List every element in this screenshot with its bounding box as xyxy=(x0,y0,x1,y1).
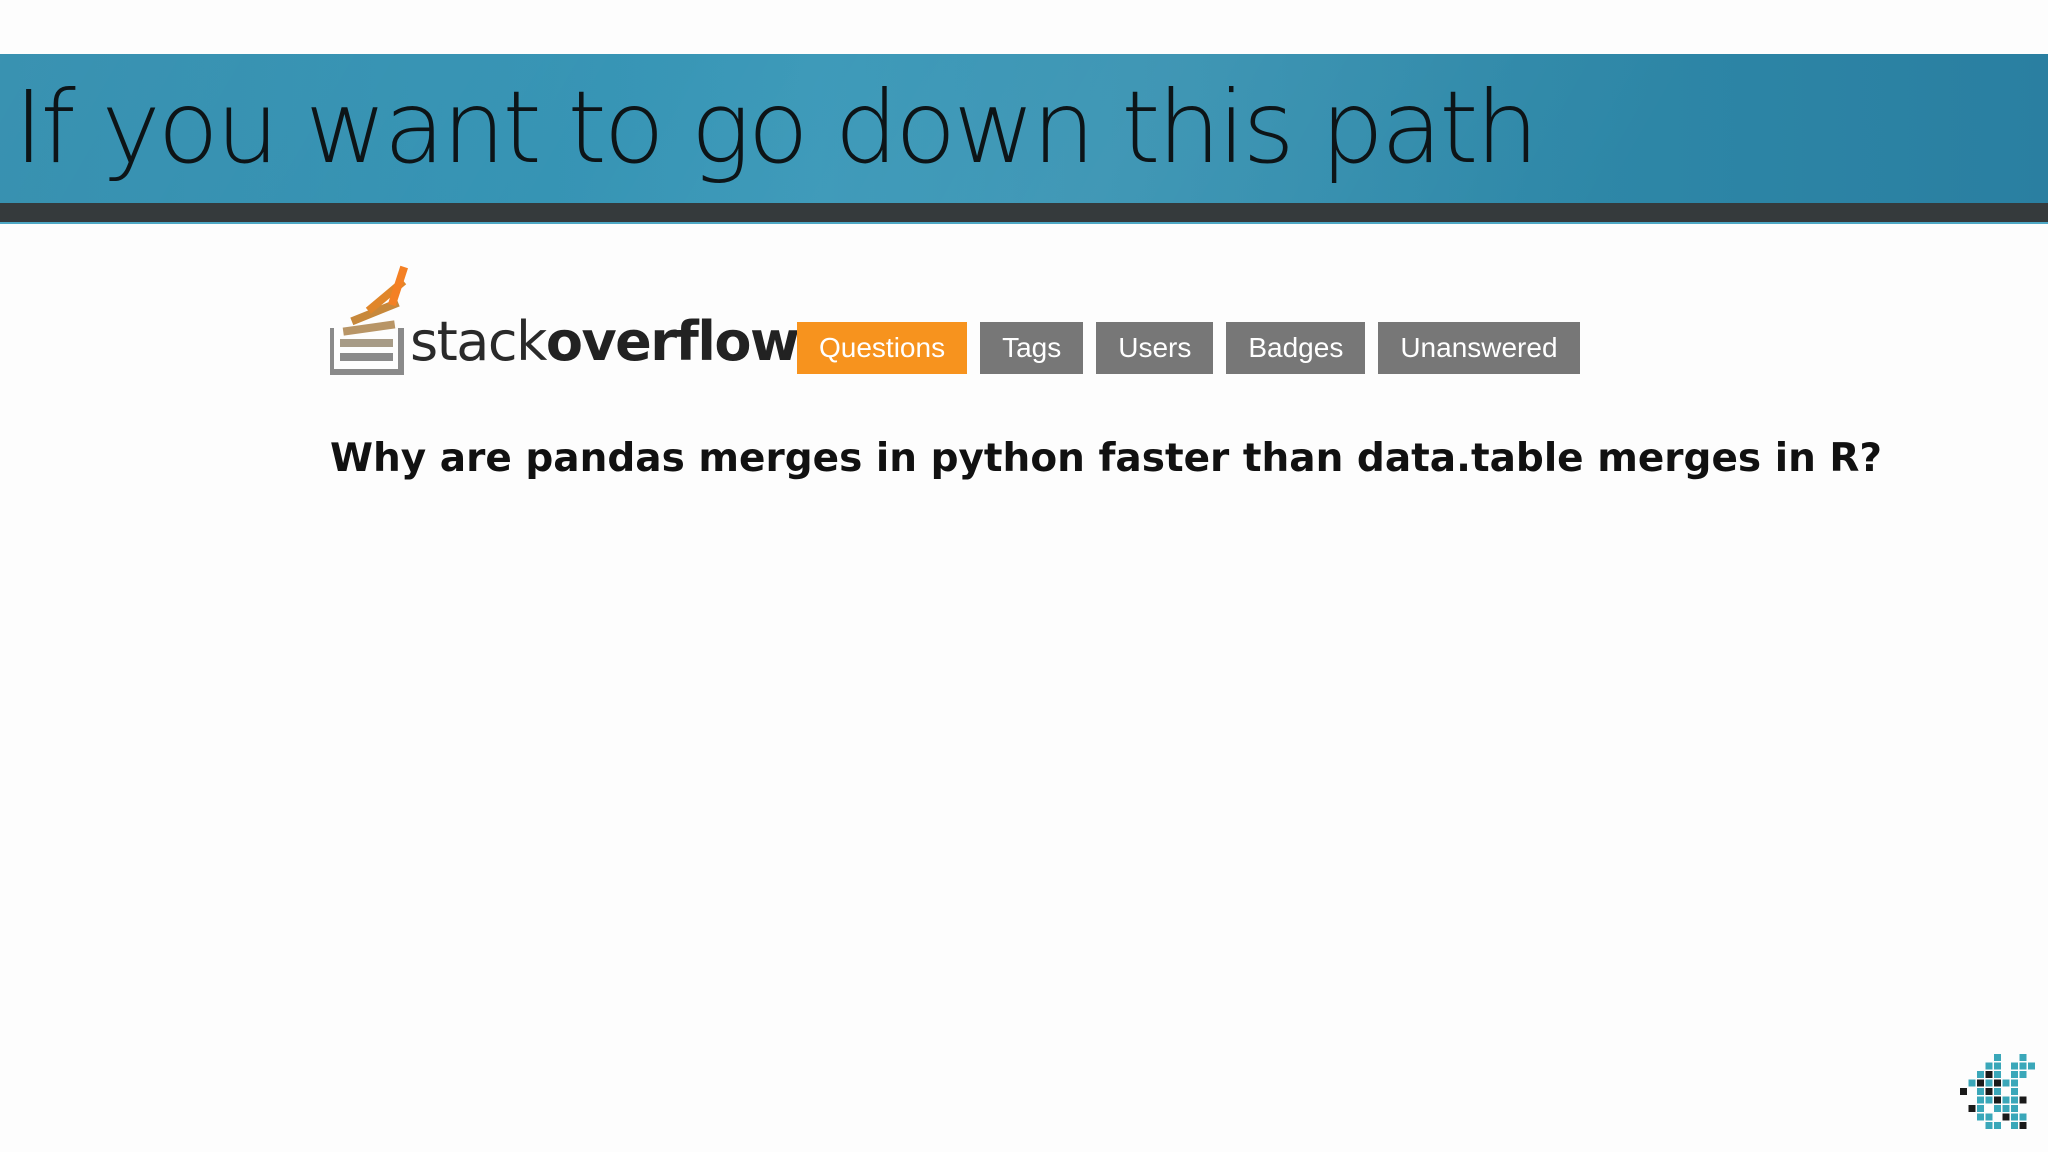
pixel-cell xyxy=(2002,1105,2010,1112)
pixel-cell xyxy=(2011,1113,2018,1121)
title-divider xyxy=(0,203,2048,224)
nav-unanswered[interactable]: Unanswered xyxy=(1378,322,1580,374)
pixel-cell xyxy=(2011,1088,2018,1095)
pixel-cell xyxy=(2028,1062,2035,1070)
nav-users[interactable]: Users xyxy=(1096,322,1214,374)
pixel-cell xyxy=(1960,1088,1967,1095)
pixel-cell xyxy=(1977,1071,1984,1078)
pixel-cell xyxy=(1985,1122,1993,1129)
main-nav: Questions Tags Users Badges Unanswered xyxy=(797,322,1580,374)
pixel-cell xyxy=(2002,1096,2010,1104)
pixel-cell xyxy=(1985,1062,1993,1070)
pixel-cell xyxy=(1977,1096,1984,1104)
pixel-cell xyxy=(2011,1062,2018,1070)
pixel-cell xyxy=(1977,1088,1984,1095)
pixel-cell xyxy=(2019,1054,2027,1061)
pixel-cell xyxy=(2011,1079,2018,1087)
stackoverflow-wordmark: stackoverflow xyxy=(410,315,800,369)
slide: If you want to go down this path stackov… xyxy=(0,0,2048,1152)
pixel-cell xyxy=(1977,1105,1984,1112)
pixel-cell xyxy=(1985,1088,1993,1095)
pixel-cell xyxy=(1985,1079,1993,1087)
pixel-cell xyxy=(1985,1113,1993,1121)
nav-tags[interactable]: Tags xyxy=(980,322,1084,374)
pixel-cell xyxy=(2019,1096,2027,1104)
slide-title: If you want to go down this path xyxy=(14,69,1539,186)
pixel-cell xyxy=(1985,1071,1993,1078)
nav-badges[interactable]: Badges xyxy=(1226,322,1366,374)
pixel-cell xyxy=(1977,1079,1984,1087)
pixel-cell xyxy=(1994,1062,2001,1070)
pixel-cell xyxy=(1994,1088,2001,1095)
pixel-cell xyxy=(1968,1079,1976,1087)
wordmark-light: stack xyxy=(410,310,547,373)
pixel-cell xyxy=(2019,1071,2027,1078)
pixel-cell xyxy=(2011,1105,2018,1112)
stackoverflow-header: stackoverflow Questions Tags Users Badge… xyxy=(330,258,1730,378)
pixel-cell xyxy=(1994,1071,2001,1078)
nav-questions[interactable]: Questions xyxy=(797,322,968,374)
stackoverflow-logo-icon xyxy=(330,265,408,375)
pixel-grid-logo-icon xyxy=(1960,1044,2040,1144)
pixel-cell xyxy=(2011,1122,2018,1129)
pixel-cell xyxy=(1994,1054,2001,1061)
pixel-cell xyxy=(1985,1096,1993,1104)
pixel-cell xyxy=(1977,1113,1984,1121)
question-title[interactable]: Why are pandas merges in python faster t… xyxy=(330,436,1882,481)
pixel-cell xyxy=(1968,1105,1976,1112)
pixel-cell xyxy=(2002,1079,2010,1087)
stackoverflow-logo[interactable]: stackoverflow xyxy=(330,258,800,378)
pixel-cell xyxy=(2019,1122,2027,1129)
pixel-cell xyxy=(2019,1113,2027,1121)
pixel-cell xyxy=(1994,1105,2001,1112)
pixel-cell xyxy=(2011,1096,2018,1104)
pixel-cell xyxy=(2002,1113,2010,1121)
pixel-cell xyxy=(1994,1122,2001,1129)
wordmark-bold: overflow xyxy=(545,310,800,373)
pixel-cell xyxy=(1994,1079,2001,1087)
pixel-grid-svg xyxy=(1960,1054,2035,1129)
pixel-cell xyxy=(2011,1071,2018,1078)
pixel-cell xyxy=(1994,1096,2001,1104)
pixel-cell xyxy=(2019,1062,2027,1070)
